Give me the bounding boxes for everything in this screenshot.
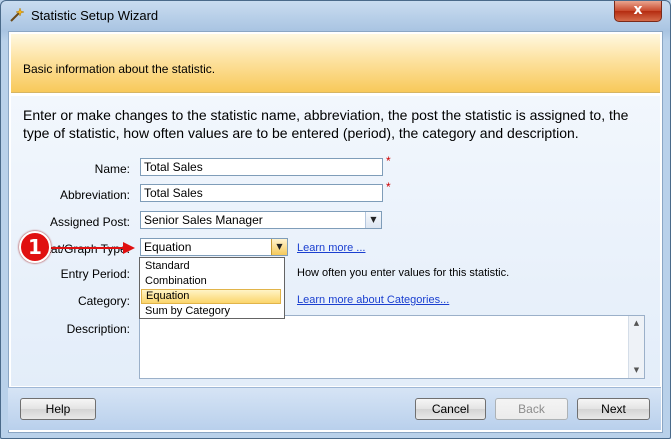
entry-period-hint: How often you enter values for this stat… <box>297 267 510 279</box>
description-textarea[interactable]: ▲ ▼ <box>139 315 645 379</box>
header-text: Basic information about the statistic. <box>23 62 216 76</box>
graph-type-select[interactable]: Equation ▼ <box>140 238 288 256</box>
window-title: Statistic Setup Wizard <box>31 8 159 23</box>
title-bar: Statistic Setup Wizard x <box>1 1 670 29</box>
chevron-down-icon[interactable]: ▼ <box>271 239 287 255</box>
header-banner: Basic information about the statistic. <box>11 34 660 93</box>
option-standard[interactable]: Standard <box>141 259 283 274</box>
abbreviation-required-mark: * <box>386 180 391 194</box>
next-button[interactable]: Next <box>577 398 650 420</box>
help-button[interactable]: Help <box>20 398 96 420</box>
footer-bar: Help Cancel Back Next <box>8 387 661 431</box>
assigned-post-select[interactable]: Senior Sales Manager ▼ <box>140 211 382 229</box>
annotation-arrow-line <box>49 247 125 249</box>
description-label: Description: <box>66 322 130 336</box>
graph-type-value: Equation <box>144 240 192 254</box>
step-number-badge: 1 <box>19 231 51 263</box>
close-button[interactable]: x <box>614 1 662 22</box>
name-field[interactable]: Total Sales <box>140 158 383 176</box>
option-equation[interactable]: Equation <box>141 289 281 304</box>
option-combination[interactable]: Combination <box>141 274 283 289</box>
learn-more-categories-link[interactable]: Learn more about Categories... <box>297 294 449 306</box>
graph-type-dropdown-list: Standard Combination Equation Sum by Cat… <box>139 257 285 319</box>
assigned-post-label: Assigned Post: <box>49 215 130 229</box>
entry-period-label: Entry Period: <box>60 267 130 281</box>
learn-more-link[interactable]: Learn more ... <box>297 242 365 254</box>
scroll-down-icon[interactable]: ▼ <box>629 363 644 378</box>
option-sum-by-category[interactable]: Sum by Category <box>141 304 283 319</box>
description-scrollbar[interactable]: ▲ ▼ <box>628 316 644 378</box>
category-label: Category: <box>77 294 130 308</box>
chevron-down-icon[interactable]: ▼ <box>365 212 381 228</box>
scroll-up-icon[interactable]: ▲ <box>629 316 644 331</box>
abbreviation-field[interactable]: Total Sales <box>140 184 383 202</box>
cancel-button[interactable]: Cancel <box>415 398 486 420</box>
name-required-mark: * <box>386 154 391 168</box>
annotation-arrow-icon <box>123 242 135 254</box>
abbreviation-label: Abbreviation: <box>59 188 130 202</box>
assigned-post-value: Senior Sales Manager <box>144 213 263 227</box>
wizard-wand-icon <box>10 7 25 22</box>
back-button[interactable]: Back <box>495 398 568 420</box>
intro-text: Enter or make changes to the statistic n… <box>23 107 629 141</box>
name-label: Name: <box>94 162 130 176</box>
wizard-window: Statistic Setup Wizard x Basic informati… <box>0 0 671 439</box>
